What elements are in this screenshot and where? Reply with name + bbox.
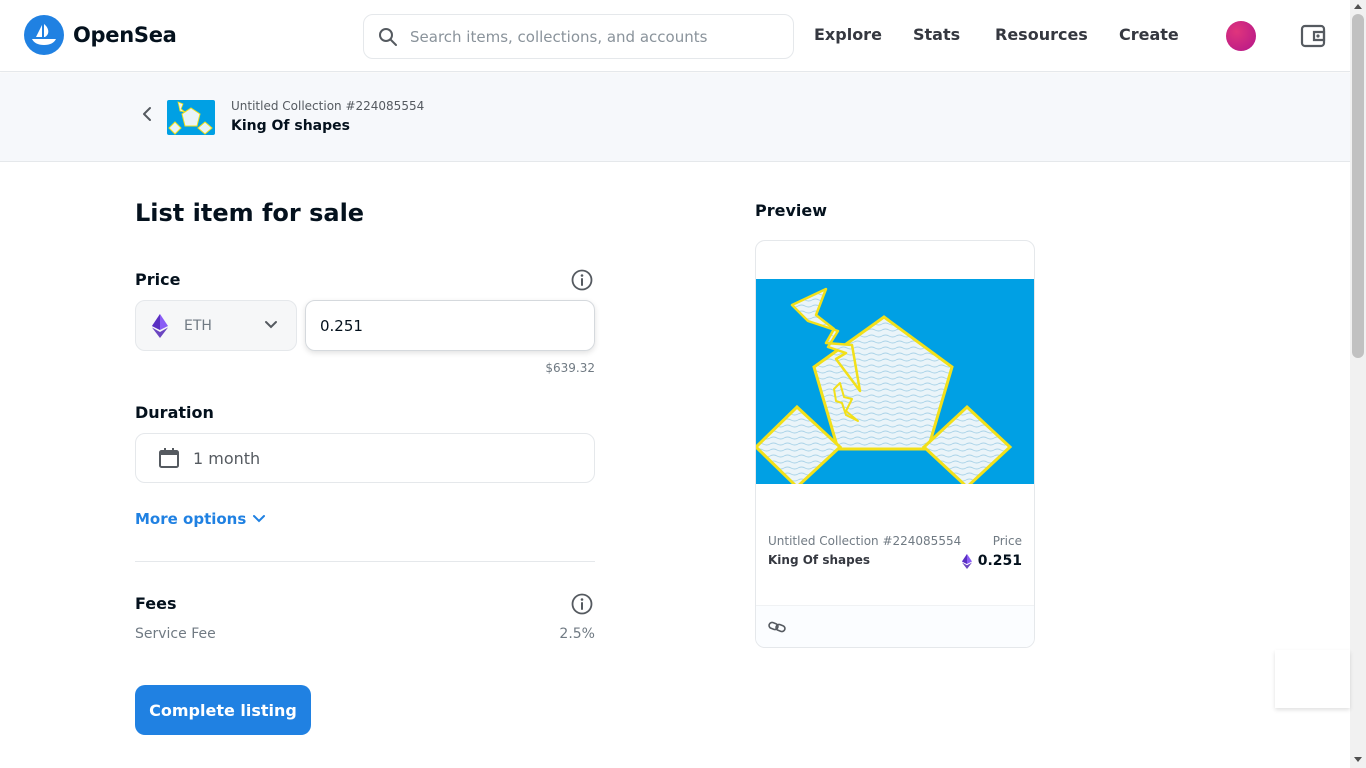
search-input[interactable] (410, 27, 770, 46)
fees-info-icon[interactable] (571, 593, 593, 615)
currency-select[interactable]: ETH (135, 300, 297, 351)
search-bar[interactable] (363, 14, 794, 59)
currency-value: ETH (184, 317, 212, 334)
usd-conversion: $639.32 (545, 361, 595, 375)
profile-avatar[interactable] (1226, 21, 1256, 51)
preview-price-value: 0.251 (977, 553, 1022, 569)
opensea-ship-icon (24, 15, 64, 55)
calendar-icon (159, 448, 179, 468)
chevron-down-icon (253, 515, 266, 523)
more-options-toggle[interactable]: More options (135, 510, 266, 528)
preview-card: Untitled Collection #224085554 King Of s… (755, 240, 1035, 648)
opensea-logo[interactable]: OpenSea (24, 15, 177, 55)
top-header: OpenSea Explore Stats Resources Create (0, 0, 1350, 72)
scroll-thumb[interactable] (1352, 14, 1364, 358)
chevron-down-icon (265, 321, 277, 329)
page-scrollbar[interactable] (1350, 0, 1366, 768)
page-title: List item for sale (135, 199, 365, 227)
duration-value: 1 month (193, 448, 261, 468)
scroll-down-arrow-icon[interactable] (1354, 757, 1362, 762)
wallet-icon[interactable] (1299, 22, 1327, 50)
duration-select[interactable]: 1 month (135, 433, 595, 483)
price-info-icon[interactable] (571, 269, 593, 291)
ethereum-icon (152, 313, 168, 338)
duration-label: Duration (135, 403, 214, 422)
nft-image (756, 279, 1034, 490)
nav-explore[interactable]: Explore (814, 25, 882, 44)
item-thumbnail (167, 100, 215, 135)
preview-collection: Untitled Collection #224085554 (768, 534, 962, 548)
section-divider (135, 561, 595, 562)
service-fee-label: Service Fee (135, 626, 216, 642)
service-fee-row: Service Fee 2.5% (135, 626, 595, 642)
price-field[interactable] (305, 300, 595, 351)
ethereum-icon (961, 553, 972, 569)
breadcrumb-text: Untitled Collection #224085554 King Of s… (231, 99, 424, 134)
breadcrumb-collection-link[interactable]: Untitled Collection #224085554 (231, 99, 424, 113)
more-options-label: More options (135, 510, 247, 528)
preview-card-footer (756, 605, 1034, 647)
nav-resources[interactable]: Resources (995, 25, 1088, 44)
brand-name: OpenSea (73, 23, 177, 47)
complete-listing-button[interactable]: Complete listing (135, 685, 311, 735)
search-icon (379, 27, 397, 46)
nav-create[interactable]: Create (1119, 25, 1179, 44)
fees-label: Fees (135, 594, 177, 613)
preview-item-name: King Of shapes (768, 553, 870, 567)
back-chevron-icon[interactable] (138, 105, 156, 123)
service-fee-value: 2.5% (559, 626, 595, 642)
price-input[interactable] (320, 316, 560, 335)
preview-heading: Preview (755, 201, 828, 220)
scroll-up-arrow-icon[interactable] (1354, 4, 1362, 9)
nav-stats[interactable]: Stats (913, 25, 960, 44)
preview-price: 0.251 (961, 553, 1022, 569)
price-label: Price (135, 270, 181, 289)
link-icon[interactable] (768, 618, 786, 636)
breadcrumb-item-name: King Of shapes (231, 118, 350, 134)
preview-price-label: Price (992, 534, 1022, 548)
item-breadcrumb: Untitled Collection #224085554 King Of s… (0, 73, 1350, 162)
side-panel-edge (1275, 650, 1350, 708)
